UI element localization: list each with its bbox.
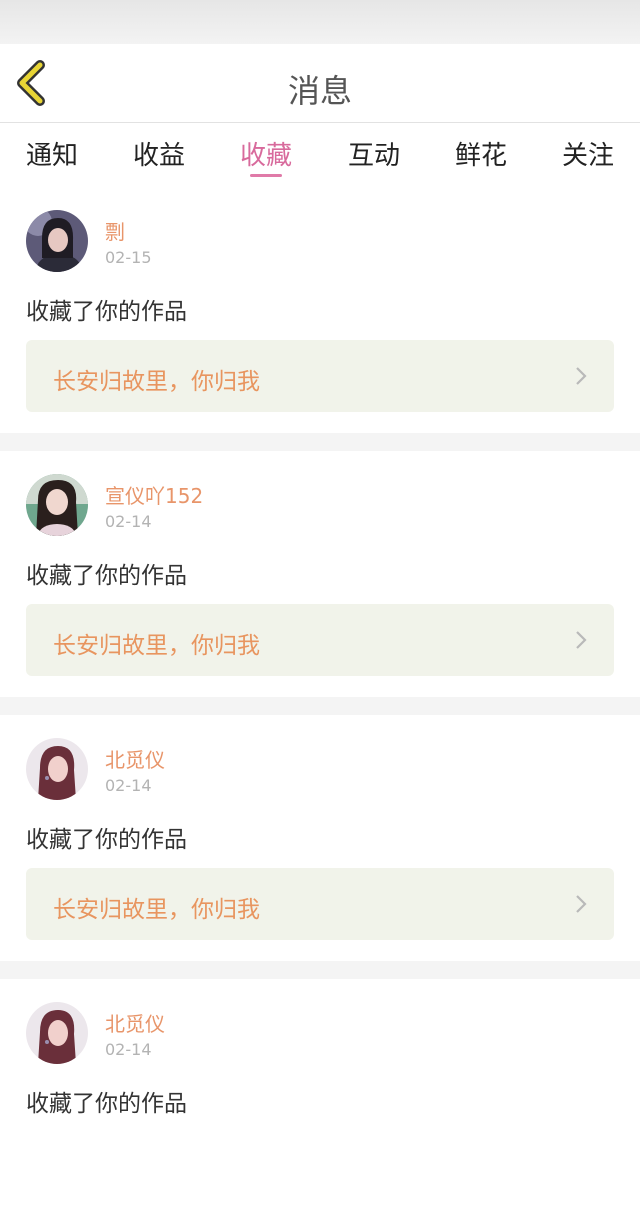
message-card: 北觅仪 02-14 收藏了你的作品 bbox=[0, 979, 640, 1225]
avatar[interactable] bbox=[26, 474, 88, 536]
user-name[interactable]: 北觅仪 bbox=[105, 744, 165, 773]
user-name[interactable]: 剽 bbox=[105, 216, 125, 245]
message-card: 宣仪吖152 02-14 收藏了你的作品 长安归故里，你归我 bbox=[0, 451, 640, 697]
chevron-right-icon bbox=[576, 631, 587, 649]
action-text: 收藏了你的作品 bbox=[26, 827, 187, 853]
message-date: 02-14 bbox=[105, 512, 152, 531]
tab-following[interactable]: 关注 bbox=[562, 135, 614, 172]
avatar[interactable] bbox=[26, 738, 88, 800]
message-date: 02-14 bbox=[105, 1040, 152, 1059]
status-bar bbox=[0, 0, 640, 44]
action-text: 收藏了你的作品 bbox=[26, 1091, 187, 1117]
message-date: 02-15 bbox=[105, 248, 152, 267]
message-date: 02-14 bbox=[105, 776, 152, 795]
chevron-right-icon bbox=[576, 367, 587, 385]
user-name[interactable]: 北觅仪 bbox=[105, 1008, 165, 1037]
work-title: 长安归故里，你归我 bbox=[53, 369, 260, 395]
tab-earnings[interactable]: 收益 bbox=[133, 135, 185, 172]
work-link[interactable]: 长安归故里，你归我 bbox=[26, 868, 614, 940]
action-text: 收藏了你的作品 bbox=[26, 299, 187, 325]
page-title: 消息 bbox=[287, 72, 352, 110]
tab-bar: 通知 收益 收藏 互动 鲜花 关注 bbox=[0, 123, 640, 187]
avatar[interactable] bbox=[26, 210, 88, 272]
message-card: 北觅仪 02-14 收藏了你的作品 长安归故里，你归我 bbox=[0, 715, 640, 961]
tab-flowers[interactable]: 鲜花 bbox=[455, 135, 507, 172]
chevron-right-icon bbox=[576, 895, 587, 913]
work-link[interactable]: 长安归故里，你归我 bbox=[26, 340, 614, 412]
work-title: 长安归故里，你归我 bbox=[53, 633, 260, 659]
user-name[interactable]: 宣仪吖152 bbox=[105, 480, 203, 509]
work-link[interactable]: 长安归故里，你归我 bbox=[26, 604, 614, 676]
avatar[interactable] bbox=[26, 1002, 88, 1064]
work-title: 长安归故里，你归我 bbox=[53, 897, 260, 923]
tab-interactions[interactable]: 互动 bbox=[348, 135, 400, 172]
tab-favorites[interactable]: 收藏 bbox=[240, 135, 292, 172]
active-tab-indicator bbox=[250, 174, 282, 177]
message-card: 剽 02-15 收藏了你的作品 长安归故里，你归我 bbox=[0, 187, 640, 433]
top-bar: 消息 bbox=[0, 44, 640, 123]
action-text: 收藏了你的作品 bbox=[26, 563, 187, 589]
tab-notifications[interactable]: 通知 bbox=[26, 135, 78, 172]
